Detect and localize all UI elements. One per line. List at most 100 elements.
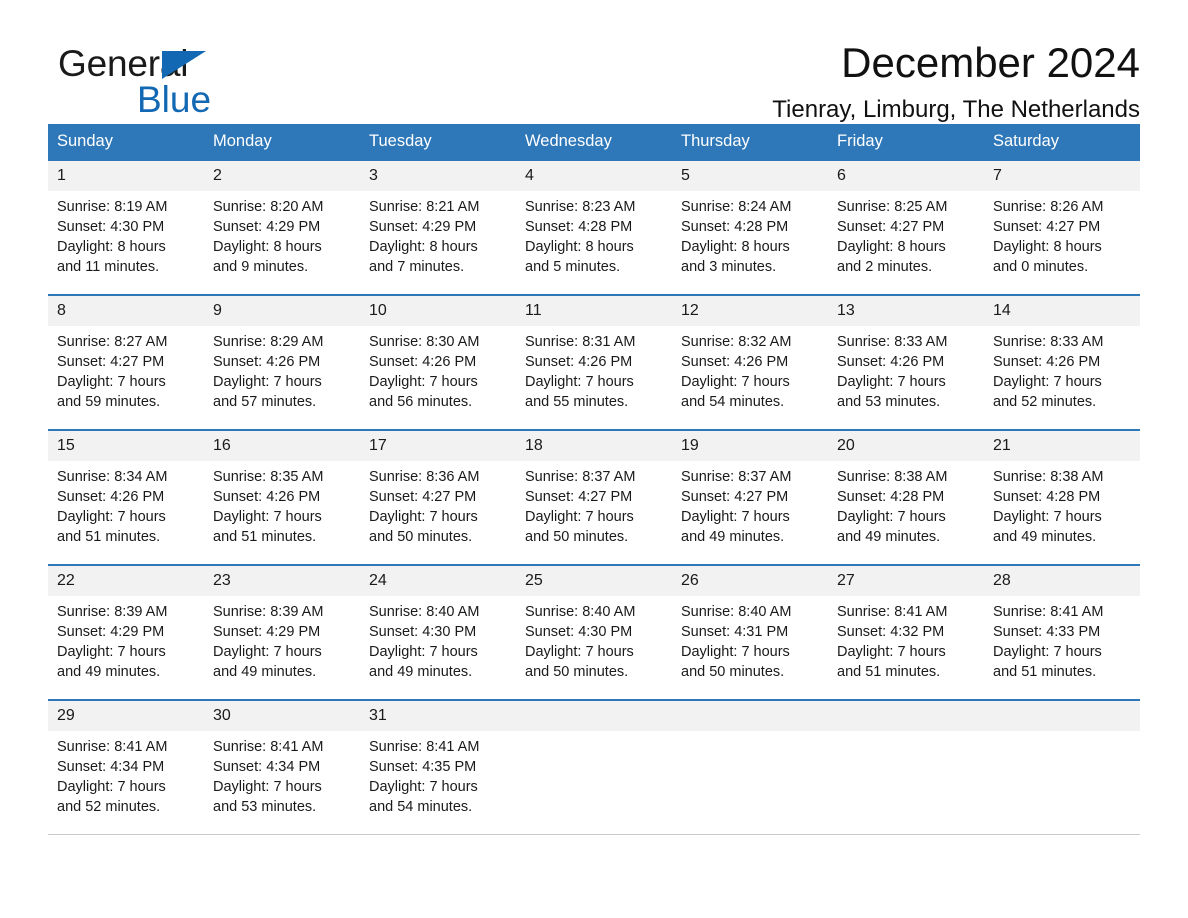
day-number: 25 xyxy=(516,566,672,596)
day-daylight-line1-text: Daylight: 7 hours xyxy=(525,644,634,660)
day-details: Sunrise: 8:39 AM Sunset: 4:29 PM Daylight:… xyxy=(48,596,204,682)
weekday-header-wednesday: Wednesday xyxy=(516,124,672,160)
day-daylight-line1-text: Daylight: 7 hours xyxy=(57,509,166,525)
calendar-day-cell[interactable]: 26 Sunrise: 8:40 AM Sunset: 4:31 PM Dayligh… xyxy=(672,564,828,701)
day-number: 8 xyxy=(48,296,204,326)
day-daylight-line1-text: Daylight: 7 hours xyxy=(525,509,634,525)
calendar-day-cell[interactable]: 13 Sunrise: 8:33 AM Sunset: 4:26 PM Dayligh… xyxy=(828,294,984,431)
day-sunset-text: Sunset: 4:32 PM xyxy=(837,624,945,640)
day-cell-inner: 14 Sunrise: 8:33 AM Sunset: 4:26 PM Dayligh… xyxy=(984,296,1140,429)
calendar-day-cell[interactable]: 27 Sunrise: 8:41 AM Sunset: 4:32 PM Dayligh… xyxy=(828,564,984,701)
day-number: 28 xyxy=(984,566,1140,596)
day-cell-inner: 23 Sunrise: 8:39 AM Sunset: 4:29 PM Dayligh… xyxy=(204,566,360,699)
day-sunset-text: Sunset: 4:26 PM xyxy=(837,354,945,370)
calendar-day-cell[interactable]: 9 Sunrise: 8:29 AM Sunset: 4:26 PM Daylight… xyxy=(204,294,360,431)
calendar-day-cell[interactable]: 30 Sunrise: 8:41 AM Sunset: 4:34 PM Dayligh… xyxy=(204,699,360,835)
calendar-day-cell[interactable]: 28 Sunrise: 8:41 AM Sunset: 4:33 PM Dayligh… xyxy=(984,564,1140,701)
day-daylight-line1-text: Daylight: 8 hours xyxy=(369,239,478,255)
logo-triangle-icon xyxy=(162,51,206,79)
day-cell-inner: 24 Sunrise: 8:40 AM Sunset: 4:30 PM Dayligh… xyxy=(360,566,516,699)
day-daylight-line2-text: and 49 minutes. xyxy=(993,529,1097,545)
calendar-day-cell[interactable]: 4 Sunrise: 8:23 AM Sunset: 4:28 PM Daylight… xyxy=(516,159,672,296)
weekday-header-sunday: Sunday xyxy=(48,124,204,160)
day-daylight-line2-text: and 51 minutes. xyxy=(837,664,941,680)
day-sunrise-text: Sunrise: 8:31 AM xyxy=(525,334,636,350)
calendar-day-cell[interactable]: 20 Sunrise: 8:38 AM Sunset: 4:28 PM Dayligh… xyxy=(828,429,984,566)
calendar-day-cell[interactable]: 11 Sunrise: 8:31 AM Sunset: 4:26 PM Dayligh… xyxy=(516,294,672,431)
calendar-week-row: 1 Sunrise: 8:19 AM Sunset: 4:30 PM Daylight… xyxy=(48,159,1140,296)
day-daylight-line1-text: Daylight: 7 hours xyxy=(525,374,634,390)
calendar-day-cell[interactable]: 8 Sunrise: 8:27 AM Sunset: 4:27 PM Daylight… xyxy=(48,294,204,431)
day-cell-inner: 10 Sunrise: 8:30 AM Sunset: 4:26 PM Dayligh… xyxy=(360,296,516,429)
calendar-day-cell[interactable]: 18 Sunrise: 8:37 AM Sunset: 4:27 PM Dayligh… xyxy=(516,429,672,566)
day-cell-inner xyxy=(828,701,984,834)
day-sunset-text: Sunset: 4:26 PM xyxy=(369,354,477,370)
day-number: 18 xyxy=(516,431,672,461)
day-sunrise-text: Sunrise: 8:24 AM xyxy=(681,199,792,215)
calendar-day-cell[interactable]: 1 Sunrise: 8:19 AM Sunset: 4:30 PM Daylight… xyxy=(48,159,204,296)
calendar-week-row: 29 Sunrise: 8:41 AM Sunset: 4:34 PM Dayligh… xyxy=(48,699,1140,835)
day-details: Sunrise: 8:29 AM Sunset: 4:26 PM Daylight:… xyxy=(204,326,360,412)
day-details: Sunrise: 8:41 AM Sunset: 4:34 PM Daylight:… xyxy=(204,731,360,817)
calendar-day-cell[interactable]: 15 Sunrise: 8:34 AM Sunset: 4:26 PM Dayligh… xyxy=(48,429,204,566)
calendar-day-cell[interactable]: 12 Sunrise: 8:32 AM Sunset: 4:26 PM Dayligh… xyxy=(672,294,828,431)
day-number: 12 xyxy=(672,296,828,326)
day-details: Sunrise: 8:40 AM Sunset: 4:31 PM Daylight:… xyxy=(672,596,828,682)
day-details: Sunrise: 8:41 AM Sunset: 4:34 PM Daylight:… xyxy=(48,731,204,817)
day-daylight-line1-text: Daylight: 7 hours xyxy=(213,779,322,795)
day-sunset-text: Sunset: 4:34 PM xyxy=(57,759,165,775)
day-number: 5 xyxy=(672,161,828,191)
day-sunrise-text: Sunrise: 8:29 AM xyxy=(213,334,324,350)
day-daylight-line2-text: and 51 minutes. xyxy=(213,529,317,545)
day-number: 10 xyxy=(360,296,516,326)
calendar-page: General Blue December 2024 Tienray, Limb… xyxy=(0,0,1188,918)
day-sunset-text: Sunset: 4:30 PM xyxy=(57,219,165,235)
day-sunset-text: Sunset: 4:29 PM xyxy=(213,624,321,640)
day-details: Sunrise: 8:27 AM Sunset: 4:27 PM Daylight:… xyxy=(48,326,204,412)
calendar-day-cell[interactable]: 21 Sunrise: 8:38 AM Sunset: 4:28 PM Dayligh… xyxy=(984,429,1140,566)
day-details: Sunrise: 8:21 AM Sunset: 4:29 PM Daylight:… xyxy=(360,191,516,277)
calendar-day-cell[interactable]: 17 Sunrise: 8:36 AM Sunset: 4:27 PM Dayligh… xyxy=(360,429,516,566)
day-daylight-line2-text: and 49 minutes. xyxy=(837,529,941,545)
day-daylight-line1-text: Daylight: 8 hours xyxy=(213,239,322,255)
calendar-day-cell[interactable]: 31 Sunrise: 8:41 AM Sunset: 4:35 PM Dayligh… xyxy=(360,699,516,835)
calendar-day-cell[interactable]: 5 Sunrise: 8:24 AM Sunset: 4:28 PM Daylight… xyxy=(672,159,828,296)
calendar-day-cell[interactable]: 7 Sunrise: 8:26 AM Sunset: 4:27 PM Daylight… xyxy=(984,159,1140,296)
day-cell-inner: 27 Sunrise: 8:41 AM Sunset: 4:32 PM Dayligh… xyxy=(828,566,984,699)
day-details: Sunrise: 8:38 AM Sunset: 4:28 PM Daylight:… xyxy=(828,461,984,547)
calendar-day-cell[interactable]: 23 Sunrise: 8:39 AM Sunset: 4:29 PM Dayligh… xyxy=(204,564,360,701)
calendar-day-cell[interactable]: 2 Sunrise: 8:20 AM Sunset: 4:29 PM Daylight… xyxy=(204,159,360,296)
calendar-day-cell[interactable]: 10 Sunrise: 8:30 AM Sunset: 4:26 PM Dayligh… xyxy=(360,294,516,431)
calendar-day-cell[interactable]: 22 Sunrise: 8:39 AM Sunset: 4:29 PM Dayligh… xyxy=(48,564,204,701)
day-daylight-line1-text: Daylight: 7 hours xyxy=(993,509,1102,525)
day-daylight-line2-text: and 53 minutes. xyxy=(213,799,317,815)
calendar-day-cell[interactable]: 24 Sunrise: 8:40 AM Sunset: 4:30 PM Dayligh… xyxy=(360,564,516,701)
day-daylight-line1-text: Daylight: 8 hours xyxy=(525,239,634,255)
day-sunrise-text: Sunrise: 8:41 AM xyxy=(57,739,168,755)
day-cell-inner: 28 Sunrise: 8:41 AM Sunset: 4:33 PM Dayligh… xyxy=(984,566,1140,699)
calendar-day-cell[interactable]: 3 Sunrise: 8:21 AM Sunset: 4:29 PM Daylight… xyxy=(360,159,516,296)
day-number: 31 xyxy=(360,701,516,731)
day-daylight-line2-text: and 49 minutes. xyxy=(213,664,317,680)
calendar-day-cell[interactable]: 29 Sunrise: 8:41 AM Sunset: 4:34 PM Dayligh… xyxy=(48,699,204,835)
day-cell-inner: 31 Sunrise: 8:41 AM Sunset: 4:35 PM Dayligh… xyxy=(360,701,516,834)
day-cell-inner: 25 Sunrise: 8:40 AM Sunset: 4:30 PM Dayligh… xyxy=(516,566,672,699)
calendar-day-cell[interactable]: 19 Sunrise: 8:37 AM Sunset: 4:27 PM Dayligh… xyxy=(672,429,828,566)
day-number: 22 xyxy=(48,566,204,596)
day-details: Sunrise: 8:25 AM Sunset: 4:27 PM Daylight:… xyxy=(828,191,984,277)
day-sunrise-text: Sunrise: 8:41 AM xyxy=(369,739,480,755)
day-sunrise-text: Sunrise: 8:35 AM xyxy=(213,469,324,485)
calendar-day-cell[interactable]: 14 Sunrise: 8:33 AM Sunset: 4:26 PM Dayligh… xyxy=(984,294,1140,431)
day-sunset-text: Sunset: 4:29 PM xyxy=(213,219,321,235)
day-sunset-text: Sunset: 4:28 PM xyxy=(525,219,633,235)
calendar-day-cell[interactable]: 25 Sunrise: 8:40 AM Sunset: 4:30 PM Dayligh… xyxy=(516,564,672,701)
day-daylight-line1-text: Daylight: 8 hours xyxy=(681,239,790,255)
day-details: Sunrise: 8:37 AM Sunset: 4:27 PM Daylight:… xyxy=(672,461,828,547)
calendar-day-cell[interactable]: 16 Sunrise: 8:35 AM Sunset: 4:26 PM Dayligh… xyxy=(204,429,360,566)
day-sunset-text: Sunset: 4:27 PM xyxy=(525,489,633,505)
day-details xyxy=(516,731,672,737)
day-cell-inner: 11 Sunrise: 8:31 AM Sunset: 4:26 PM Dayligh… xyxy=(516,296,672,429)
day-sunset-text: Sunset: 4:28 PM xyxy=(837,489,945,505)
calendar-day-cell[interactable]: 6 Sunrise: 8:25 AM Sunset: 4:27 PM Daylight… xyxy=(828,159,984,296)
day-sunrise-text: Sunrise: 8:37 AM xyxy=(681,469,792,485)
